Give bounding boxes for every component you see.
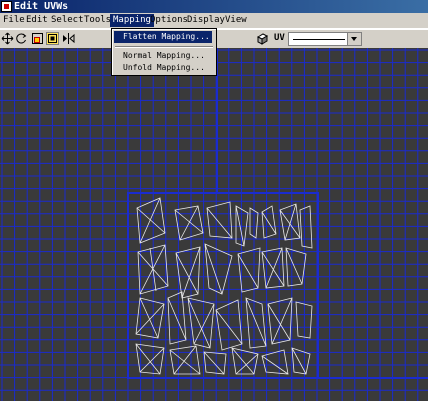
menu-bar: File Edit Select Tools Mapping Options D… [0,13,428,29]
dropdown-value [293,39,345,40]
menu-separator [115,46,213,48]
scale-icon[interactable] [31,32,44,45]
menu-item-normal-mapping[interactable]: Normal Mapping... [114,50,212,62]
menu-view[interactable]: View [222,14,250,27]
rotate-icon[interactable] [15,32,28,45]
freeform-icon[interactable] [46,32,59,45]
app-icon[interactable] [1,1,12,12]
texture-checker-icon[interactable] [256,32,269,45]
mapping-dropdown-menu: Flatten Mapping... Normal Mapping... Unf… [111,28,217,76]
uv-grid-canvas[interactable] [0,48,428,401]
uv-editor-viewport[interactable] [0,48,428,401]
menu-item-flatten-mapping[interactable]: Flatten Mapping... [114,31,212,43]
uv-label: UV [274,33,285,43]
map-channel-dropdown[interactable] [288,32,362,46]
title-bar: Edit UVWs [0,0,428,13]
move-icon[interactable] [1,32,14,45]
mirror-icon[interactable] [62,32,75,45]
menu-item-unfold-mapping[interactable]: Unfold Mapping... [114,62,212,74]
uv-islands [135,197,313,375]
chevron-down-icon[interactable] [347,33,361,45]
window-title: Edit UVWs [14,1,69,12]
menu-edit[interactable]: Edit [23,14,51,27]
